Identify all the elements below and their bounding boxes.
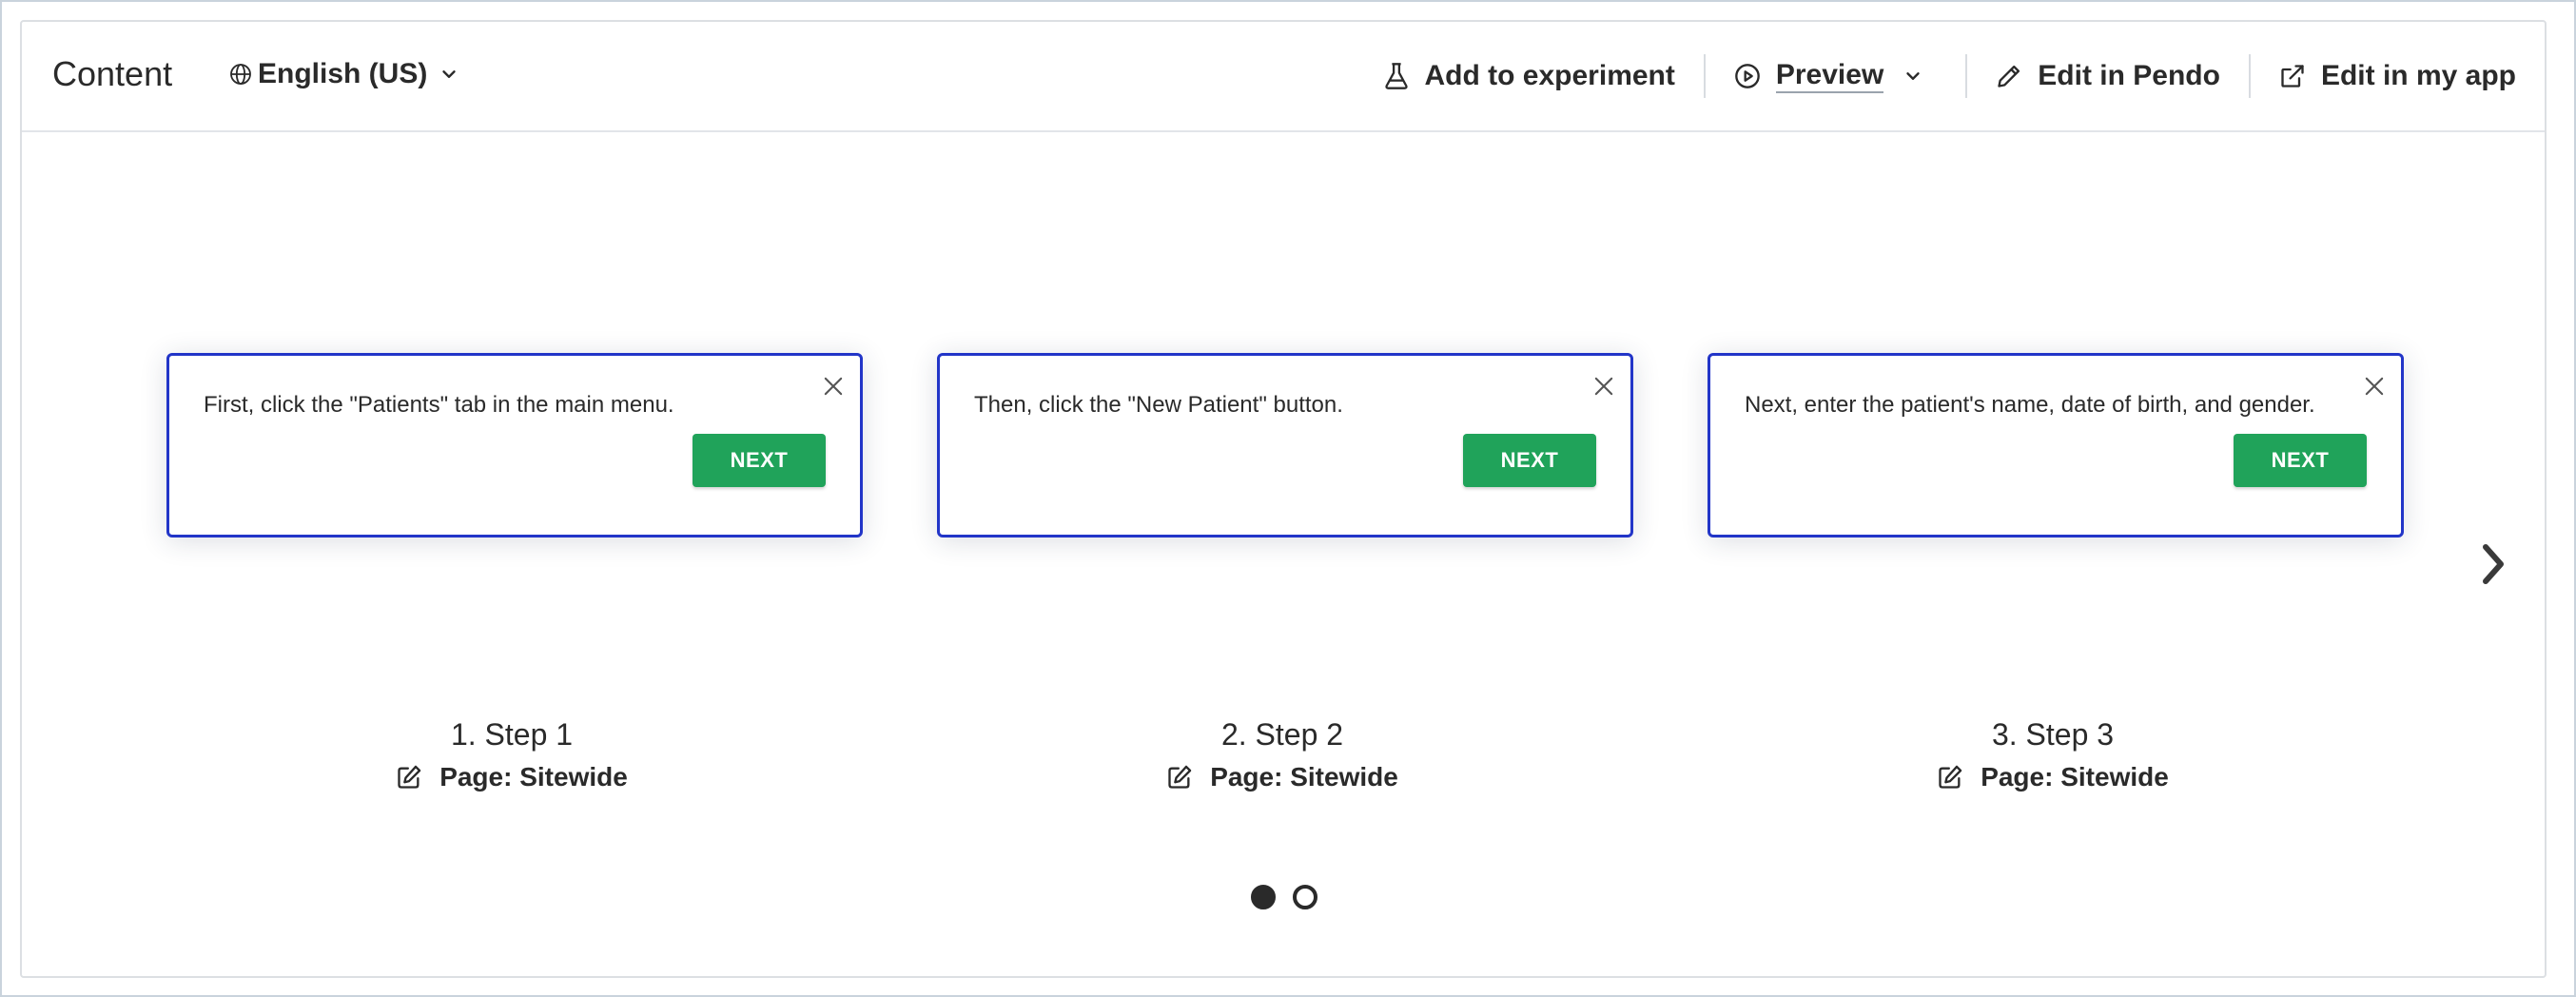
step-caption: 1. Step 1 Page: Sitewide	[166, 714, 857, 795]
step-message: Then, click the "New Patient" button.	[974, 392, 1343, 418]
step-message: First, click the "Patients" tab in the m…	[204, 392, 674, 418]
app-frame: Content English (US) Add to experiment P…	[0, 0, 2576, 997]
step-page-label: Page: Sitewide	[1981, 762, 2169, 792]
edit-icon	[1166, 764, 1193, 791]
chevron-right-icon[interactable]	[2474, 536, 2512, 593]
add-to-experiment-label: Add to experiment	[1424, 60, 1675, 91]
close-icon[interactable]	[1590, 373, 1617, 400]
preview-label: Preview	[1775, 59, 1884, 93]
pencil-icon	[1996, 63, 2022, 89]
pagination-dot-1[interactable]	[1251, 885, 1276, 909]
edit-in-pendo-label: Edit in Pendo	[2038, 60, 2220, 91]
next-button[interactable]: NEXT	[1463, 434, 1596, 487]
step-caption: 2. Step 2 Page: Sitewide	[937, 714, 1628, 795]
content-panel: Content English (US) Add to experiment P…	[20, 20, 2547, 978]
edit-icon	[1937, 764, 1963, 791]
action-divider	[2248, 54, 2251, 98]
step-title: 3. Step 3	[1991, 717, 2115, 752]
external-link-icon	[2279, 63, 2306, 89]
globe-icon	[229, 63, 252, 86]
close-icon[interactable]	[2361, 373, 2388, 400]
step-preview-card[interactable]: First, click the "Patients" tab in the m…	[166, 353, 863, 538]
action-divider	[1703, 54, 1706, 98]
preview-dropdown[interactable]: Preview	[1734, 59, 1923, 93]
play-circle-icon	[1734, 63, 1761, 89]
step-message: Next, enter the patient's name, date of …	[1745, 392, 2315, 418]
step-title: 2. Step 2	[1220, 717, 1344, 752]
step-preview-card[interactable]: Next, enter the patient's name, date of …	[1708, 353, 2404, 538]
chevron-down-icon	[1903, 66, 1923, 87]
step-page-label: Page: Sitewide	[439, 762, 628, 792]
step-title: 1. Step 1	[450, 717, 574, 752]
edit-in-pendo-button[interactable]: Edit in Pendo	[1996, 60, 2220, 92]
next-button[interactable]: NEXT	[2234, 434, 2367, 487]
edit-in-my-app-button[interactable]: Edit in my app	[2279, 60, 2516, 92]
add-to-experiment-button[interactable]: Add to experiment	[1383, 60, 1675, 92]
chevron-down-icon	[439, 64, 459, 85]
step-page-link[interactable]: Page: Sitewide	[396, 762, 628, 792]
close-icon[interactable]	[820, 373, 847, 400]
pagination-dot-2[interactable]	[1293, 885, 1317, 909]
language-label: English (US)	[258, 58, 428, 89]
step-preview-card[interactable]: Then, click the "New Patient" button. NE…	[937, 353, 1633, 538]
step-caption: 3. Step 3 Page: Sitewide	[1708, 714, 2398, 795]
language-selector[interactable]: English (US)	[229, 58, 459, 90]
edit-icon	[396, 764, 422, 791]
carousel-pagination	[1251, 885, 1317, 909]
step-page-link[interactable]: Page: Sitewide	[1937, 762, 2169, 792]
header-actions: Add to experiment Preview Edit in Pendo …	[1383, 54, 2516, 98]
next-button[interactable]: NEXT	[693, 434, 826, 487]
step-page-label: Page: Sitewide	[1210, 762, 1398, 792]
content-header: Content English (US) Add to experiment P…	[22, 22, 2545, 132]
page-title: Content	[52, 54, 173, 93]
edit-in-my-app-label: Edit in my app	[2320, 60, 2516, 91]
step-page-link[interactable]: Page: Sitewide	[1166, 762, 1398, 792]
action-divider	[1965, 54, 1968, 98]
flask-icon	[1383, 62, 1410, 90]
